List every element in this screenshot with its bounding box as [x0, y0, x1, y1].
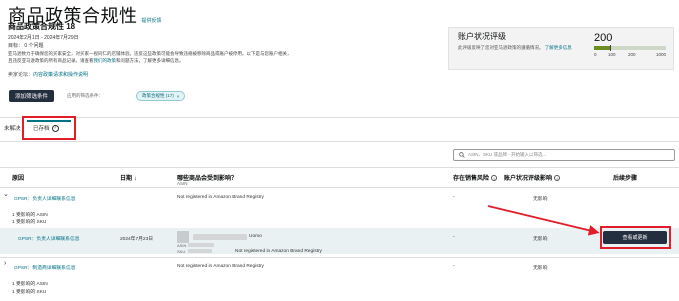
reason-link[interactable]: GPSR：负责人详细联系信息 — [18, 235, 80, 242]
reason-link[interactable]: GPSR：制造商详细联系信息 — [14, 264, 76, 271]
divider — [0, 167, 679, 168]
column-header-next-steps: 后续步骤 — [613, 176, 638, 182]
impact-value: 无影响 — [533, 237, 548, 242]
sku-count: 1 受影响的 SKU — [12, 290, 47, 295]
annotation-highlight-tab — [22, 116, 76, 140]
health-bar-marker — [610, 45, 611, 51]
date-value: 2024年7月23日 — [120, 237, 154, 242]
redacted-text — [188, 249, 212, 253]
affected-text: Not registered in Amazon Brand Registry — [177, 195, 264, 200]
risk-value: - — [453, 263, 455, 269]
column-header-risk: 存在销售风险 i — [453, 173, 498, 182]
divider — [0, 117, 679, 118]
asin-count: 1 受影响的 ASIN — [12, 213, 48, 218]
goal-text: 目标： 0 个问题 — [8, 43, 44, 49]
redacted-text — [193, 234, 247, 240]
risk-value: - — [453, 234, 455, 240]
asin-count: 1 受影响的 ASIN — [12, 282, 48, 287]
divider — [0, 187, 679, 188]
product-thumbnail — [177, 231, 189, 243]
impact-value: 无影响 — [533, 197, 548, 202]
close-icon[interactable]: × — [177, 94, 180, 99]
affected-text: Not registered in Amazon Brand Registry — [235, 249, 322, 254]
info-icon[interactable]: i — [554, 175, 561, 182]
sort-arrow-icon: ↓ — [133, 176, 137, 182]
scale-label: 1000 — [656, 52, 667, 57]
sku-count: 1 受影响的 SKU — [12, 220, 47, 225]
asin-label: ASIN — [177, 243, 187, 248]
column-subheader-asin: ASIN — [177, 181, 188, 186]
account-health-description: 此评级反映了您对亚马逊政策的遵循情况。 了解更多信息 — [458, 45, 572, 50]
chevron-down-icon[interactable]: ⌄ — [3, 190, 9, 198]
learn-more-link[interactable]: 了解更多信息 — [545, 45, 572, 50]
policy-link[interactable]: 我们的政策 — [94, 58, 117, 63]
seller-forum: 卖家论坛：内容政策请求和操作说明 — [8, 72, 89, 78]
divider — [0, 257, 679, 258]
column-header-impact: 账户状况评级影响 i — [504, 173, 561, 182]
account-health-bar-fill — [594, 46, 610, 50]
sku-label: SKU — [177, 249, 186, 254]
search-icon — [459, 152, 465, 158]
reason-link[interactable]: GPSR：负责人详细联系信息 — [14, 195, 76, 202]
account-health-score: 200 — [594, 32, 613, 44]
page-subtitle: 商品政策合规性 18 — [8, 22, 76, 31]
tab-unresolved[interactable]: 未解决 — [4, 124, 21, 132]
column-header-date[interactable]: 日期 ↓ — [120, 173, 137, 182]
annotation-highlight-button — [600, 226, 671, 249]
policy-description: 亚马逊致力于确保您的买家安全，对买家一视同仁的店铺体验。违反这些政策可能会导致违… — [8, 51, 292, 63]
account-health-bar — [594, 45, 666, 51]
add-filter-button[interactable]: 添加筛选条件 — [9, 90, 54, 102]
search-input[interactable]: ASIN、SKU 或品牌 - 开始输入以筛选... — [453, 149, 675, 161]
info-icon[interactable]: i — [491, 175, 498, 182]
feedback-link[interactable]: 提供反馈 — [142, 17, 162, 24]
applied-filters-label: 应用的筛选条件： — [67, 93, 103, 98]
product-name: Uomo — [249, 234, 262, 239]
scale-label: 200 — [628, 52, 636, 57]
scale-label: 100 — [608, 52, 616, 57]
chevron-right-icon[interactable]: › — [4, 260, 6, 267]
column-header-reason: 原因 — [12, 176, 25, 182]
table-row — [0, 228, 679, 254]
account-health-title: 账户状况评级 — [458, 32, 506, 41]
date-range: 2024年2月1日 - 2024年7月29日 — [8, 35, 79, 41]
risk-value: - — [453, 194, 455, 200]
redacted-text — [188, 243, 214, 247]
impact-value: 无影响 — [533, 266, 548, 271]
affected-text: Not registered in Amazon Brand Registry — [177, 264, 264, 269]
filter-chip[interactable]: 政策合规性 (17) × — [136, 91, 186, 101]
divider — [0, 141, 679, 142]
scale-label: 0 — [594, 52, 597, 57]
forum-link[interactable]: 内容政策请求和操作说明 — [33, 72, 88, 78]
